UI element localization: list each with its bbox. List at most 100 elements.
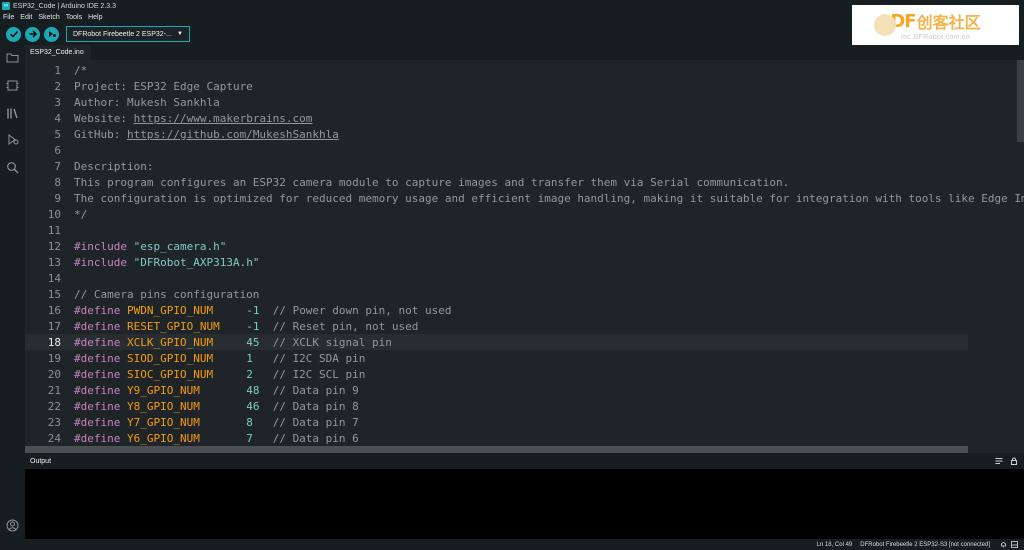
arduino-icon: ∞ bbox=[2, 2, 10, 10]
code-line[interactable]: 1 /* bbox=[25, 62, 1024, 78]
menu-help[interactable]: Help bbox=[88, 14, 102, 21]
code-token: // I2C SCL pin bbox=[252, 367, 366, 381]
code-token: // Data pin 7 bbox=[252, 415, 359, 429]
code-token: */ bbox=[74, 207, 88, 221]
code-line[interactable]: 20 #define SIOC_GPIO_NUM 2 // I2C SCL pin bbox=[25, 366, 1024, 382]
menu-file[interactable]: File bbox=[3, 14, 14, 21]
code-token: #define bbox=[74, 351, 121, 365]
horizontal-scrollbar[interactable] bbox=[25, 446, 968, 453]
debug-icon[interactable] bbox=[6, 133, 19, 146]
upload-button[interactable] bbox=[25, 26, 40, 42]
activity-bar bbox=[0, 45, 25, 550]
code-line[interactable]: 21 #define Y9_GPIO_NUM 48 // Data pin 9 bbox=[25, 382, 1024, 398]
code-line[interactable]: 9 The configuration is optimized for redu… bbox=[25, 190, 1024, 206]
line-number: 13 bbox=[47, 255, 61, 269]
code-line[interactable]: 19 #define SIOD_GPIO_NUM 1 // I2C SDA pin bbox=[25, 350, 1024, 366]
line-number: 6 bbox=[54, 143, 61, 157]
code-token: "esp_camera.h" bbox=[133, 239, 227, 253]
folder-icon[interactable] bbox=[6, 51, 19, 64]
vertical-scrollbar[interactable] bbox=[1017, 60, 1024, 142]
code-line[interactable]: 23 #define Y7_GPIO_NUM 8 // Data pin 7 bbox=[25, 414, 1024, 430]
debug-button[interactable] bbox=[44, 26, 59, 42]
code-line[interactable]: 14 bbox=[25, 270, 1024, 286]
code-line[interactable]: 4 Website: https://www.makerbrains.com bbox=[25, 110, 1024, 126]
code-editor[interactable]: 1 /* 2 Project: ESP32 Edge Capture 3 Author: … bbox=[25, 60, 1024, 453]
menu-tools[interactable]: Tools bbox=[66, 14, 82, 21]
code-line[interactable]: 24 #define Y6_GPIO_NUM 7 // Data pin 6 bbox=[25, 430, 1024, 446]
code-line[interactable]: 8 This program configures an ESP32 camera… bbox=[25, 174, 1024, 190]
menu-edit[interactable]: Edit bbox=[20, 14, 32, 21]
line-number: 15 bbox=[47, 287, 61, 301]
code-link[interactable]: https://github.com/MukeshSankhla bbox=[127, 128, 339, 141]
code-token: -1 bbox=[246, 303, 260, 317]
line-number: 8 bbox=[54, 175, 61, 189]
code-line[interactable]: 5 GitHub: https://github.com/MukeshSankhl… bbox=[25, 126, 1024, 142]
code-text: #define Y8_GPIO_NUM 46 // Data pin 8 bbox=[74, 400, 359, 413]
board-select-label: DFRobot Firebeetle 2 ESP32-... bbox=[73, 30, 172, 38]
code-token: Project: ESP32 Edge Capture bbox=[74, 79, 253, 93]
code-text: #define RESET_GPIO_NUM -1 // Reset pin, … bbox=[74, 320, 418, 333]
code-line[interactable]: 22 #define Y8_GPIO_NUM 46 // Data pin 8 bbox=[25, 398, 1024, 414]
clear-output-icon[interactable] bbox=[995, 457, 1003, 465]
code-line[interactable]: 10 */ bbox=[25, 206, 1024, 222]
code-line[interactable]: 7 Description: bbox=[25, 158, 1024, 174]
code-token: #define bbox=[74, 335, 121, 349]
code-line[interactable]: 11 bbox=[25, 222, 1024, 238]
code-line[interactable]: 13 #include "DFRobot_AXP313A.h" bbox=[25, 254, 1024, 270]
code-line[interactable]: 2 Project: ESP32 Edge Capture bbox=[25, 78, 1024, 94]
library-icon[interactable] bbox=[6, 107, 19, 120]
code-text: The configuration is optimized for reduc… bbox=[74, 192, 1024, 205]
verify-button[interactable] bbox=[6, 26, 21, 42]
code-line[interactable]: 12 #include "esp_camera.h" bbox=[25, 238, 1024, 254]
code-line[interactable]: 3 Author: Mukesh Sankhla bbox=[25, 94, 1024, 110]
code-text: #define Y9_GPIO_NUM 48 // Data pin 9 bbox=[74, 384, 359, 397]
code-text: */ bbox=[74, 208, 87, 221]
code-token: #define bbox=[74, 415, 121, 429]
board-selector[interactable]: DFRobot Firebeetle 2 ESP32-... ▼ bbox=[66, 26, 190, 42]
code-token: XCLK_GPIO_NUM bbox=[126, 335, 214, 349]
output-title: Output bbox=[30, 457, 52, 465]
account-icon[interactable] bbox=[6, 519, 19, 532]
menu-sketch[interactable]: Sketch bbox=[38, 14, 59, 21]
bell-icon[interactable] bbox=[1000, 541, 1007, 548]
debug-icon bbox=[48, 31, 56, 37]
board-icon[interactable] bbox=[6, 79, 19, 92]
code-line[interactable]: 16 #define PWDN_GPIO_NUM -1 // Power down… bbox=[25, 302, 1024, 318]
code-token: Description: bbox=[74, 159, 154, 173]
board-status[interactable]: DFRobot Firebeetle 2 ESP32-S3 [not conne… bbox=[860, 542, 990, 548]
line-number: 12 bbox=[47, 239, 61, 253]
tab-esp32-code[interactable]: ESP32_Code.ino bbox=[25, 45, 91, 60]
code-token: Y6_GPIO_NUM bbox=[126, 431, 200, 445]
code-text: #define SIOC_GPIO_NUM 2 // I2C SCL pin bbox=[74, 368, 365, 381]
code-token: #define bbox=[74, 383, 121, 397]
code-link[interactable]: https://www.makerbrains.com bbox=[134, 112, 313, 125]
layout-icon[interactable] bbox=[1011, 541, 1018, 548]
line-number: 5 bbox=[54, 127, 61, 141]
code-token: // Data pin 8 bbox=[259, 399, 359, 413]
code-token: 7 bbox=[246, 431, 253, 445]
arrow-right-icon bbox=[29, 30, 37, 38]
cursor-position[interactable]: Ln 18, Col 49 bbox=[817, 542, 853, 548]
check-icon bbox=[9, 30, 18, 38]
output-console[interactable] bbox=[25, 469, 1024, 539]
code-line[interactable]: 15 // Camera pins configuration bbox=[25, 286, 1024, 302]
watermark: DF 创客社区 mc.DFRobot.com.cn bbox=[852, 5, 1019, 45]
code-text: This program configures an ESP32 camera … bbox=[74, 176, 789, 189]
code-line[interactable]: 18 #define XCLK_GPIO_NUM 45 // XCLK signa… bbox=[25, 334, 1024, 350]
line-number: 20 bbox=[47, 367, 61, 381]
code-line[interactable]: 6 bbox=[25, 142, 1024, 158]
search-icon[interactable] bbox=[6, 161, 19, 174]
code-token: // Data pin 9 bbox=[259, 383, 359, 397]
code-token: The configuration is optimized for reduc… bbox=[74, 191, 1024, 205]
code-text: Author: Mukesh Sankhla bbox=[74, 96, 220, 109]
mascot-logo bbox=[874, 14, 896, 36]
lock-icon[interactable] bbox=[1010, 457, 1018, 465]
code-line[interactable]: 17 #define RESET_GPIO_NUM -1 // Reset pin… bbox=[25, 318, 1024, 334]
